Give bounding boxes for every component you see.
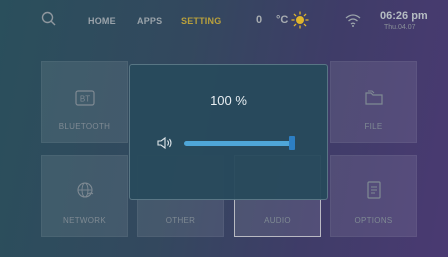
volume-slider-thumb[interactable] — [289, 136, 295, 150]
bluetooth-icon-text: BT — [79, 95, 89, 104]
temperature-unit: °C — [276, 14, 289, 26]
network-globe-icon — [76, 182, 93, 198]
clock-time: 06:26 pm — [380, 10, 428, 22]
speaker-icon — [157, 136, 172, 150]
volume-slider-fill — [184, 141, 292, 146]
volume-percent: 100 % — [210, 93, 247, 108]
tile-other-label: OTHER — [165, 216, 196, 225]
tile-bluetooth-label: BLUETOOTH — [58, 122, 111, 131]
search-icon[interactable] — [40, 10, 58, 28]
tile-network-label: NETWORK — [63, 216, 106, 225]
tile-file-label: FILE — [364, 122, 383, 131]
sun-icon — [291, 11, 309, 29]
tile-options[interactable]: OPTIONS — [330, 155, 417, 237]
nav-setting[interactable]: SETTING — [181, 16, 221, 26]
tile-file[interactable]: FILE — [330, 61, 417, 143]
temperature-value: 0 — [256, 14, 263, 26]
top-bar: HOME APPS SETTING 0 °C 06:26 pm Thu.04.0… — [0, 0, 448, 40]
volume-dialog: 100 % — [129, 64, 328, 200]
tile-audio-label: AUDIO — [264, 216, 291, 225]
clock-date: Thu.04.07 — [384, 24, 416, 31]
tile-options-label: OPTIONS — [354, 216, 393, 225]
nav-apps[interactable]: APPS — [137, 16, 162, 26]
tile-bluetooth[interactable]: BT BLUETOOTH — [41, 61, 128, 143]
wifi-icon — [345, 14, 361, 27]
volume-slider[interactable] — [184, 136, 295, 150]
nav-home[interactable]: HOME — [88, 16, 116, 26]
bluetooth-icon: BT — [74, 90, 95, 106]
folder-icon — [364, 90, 383, 105]
tile-network[interactable]: NETWORK — [41, 155, 128, 237]
options-icon — [366, 181, 381, 199]
